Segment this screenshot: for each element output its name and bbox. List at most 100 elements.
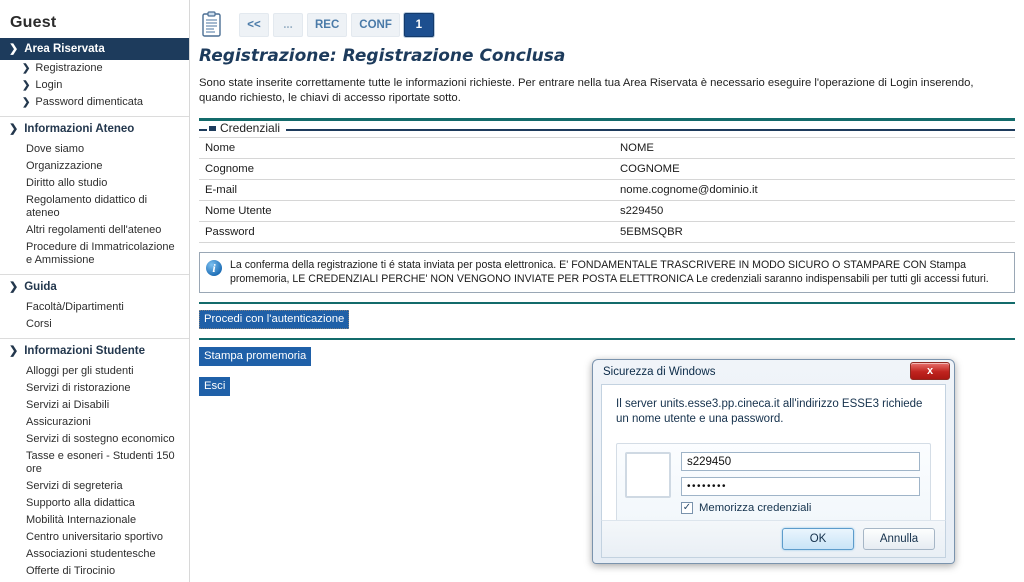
sidebar-item-label: Diritto allo studio xyxy=(26,177,108,189)
credentials-legend-rule xyxy=(199,129,1015,131)
sidebar-item-label: Organizzazione xyxy=(26,160,103,172)
credential-value: nome.cognome@dominio.it xyxy=(614,179,1015,201)
sidebar-item-dove-siamo[interactable]: Dove siamo xyxy=(0,141,189,158)
sidebar-group-label: Informazioni Studente xyxy=(24,345,145,357)
sidebar-item-label: Servizi di segreteria xyxy=(26,480,123,492)
print-reminder-button[interactable]: Stampa promemoria xyxy=(199,347,312,366)
remember-credentials-row[interactable]: ✓ Memorizza credenziali xyxy=(681,502,920,514)
sidebar-item-guida[interactable]: ❯ Guida xyxy=(0,275,189,299)
sidebar-item-registrazione[interactable]: ❯ Registrazione xyxy=(0,60,189,77)
sidebar-item-servizi-disabili[interactable]: Servizi ai Disabili xyxy=(0,397,189,414)
breadcrumb-rec-button[interactable]: REC xyxy=(307,13,348,37)
sidebar-item-label: Registrazione xyxy=(35,62,103,74)
credential-value: 5EBMSQBR xyxy=(614,221,1015,243)
credentials-table: Nome NOME Cognome COGNOME E-mail nome.co… xyxy=(199,137,1015,243)
sidebar-item-tasse-esoneri[interactable]: Tasse e esoneri - Studenti 150 ore xyxy=(0,448,189,478)
sidebar-item-supporto-didattica[interactable]: Supporto alla didattica xyxy=(0,495,189,512)
dialog-fields: ✓ Memorizza credenziali xyxy=(681,452,920,514)
sidebar-item-label: Corsi xyxy=(26,318,52,330)
sidebar: Guest ❯ Area Riservata ❯ Registrazione ❯… xyxy=(0,0,190,582)
breadcrumb-step-1-button[interactable]: 1 xyxy=(403,13,434,37)
checkbox-checked-icon[interactable]: ✓ xyxy=(681,502,693,514)
avatar xyxy=(625,452,671,498)
sidebar-item-label: Servizi ai Disabili xyxy=(26,399,110,411)
sidebar-item-label: Associazioni studentesche xyxy=(26,548,156,560)
close-icon[interactable]: x xyxy=(910,362,950,380)
cancel-button[interactable]: Annulla xyxy=(863,528,935,550)
sidebar-group-informazioni-ateneo: ❯ Informazioni Ateneo Dove siamo Organiz… xyxy=(0,117,189,275)
sidebar-item-label: Dove siamo xyxy=(26,143,85,155)
sidebar-item-segreteria[interactable]: Servizi di segreteria xyxy=(0,478,189,495)
credentials-fieldset: Credenziali xyxy=(199,121,1015,135)
sidebar-group-area-riservata: ❯ Area Riservata ❯ Registrazione ❯ Login… xyxy=(0,38,189,117)
exit-button[interactable]: Esci xyxy=(199,377,231,396)
proceed-authentication-button[interactable]: Procedi con l'autenticazione xyxy=(199,310,350,329)
remember-credentials-label: Memorizza credenziali xyxy=(699,502,812,514)
sidebar-group-label: Guida xyxy=(24,281,57,293)
sidebar-item-alloggi[interactable]: Alloggi per gli studenti xyxy=(0,363,189,380)
sidebar-item-regolamento-didattico[interactable]: Regolamento didattico di ateneo xyxy=(0,192,189,222)
sidebar-item-centro-sportivo[interactable]: Centro universitario sportivo xyxy=(0,529,189,546)
sidebar-item-label: Servizi di ristorazione xyxy=(26,382,131,394)
app-root: Guest ❯ Area Riservata ❯ Registrazione ❯… xyxy=(0,0,1024,582)
breadcrumb-toolbar: << ... REC CONF 1 xyxy=(190,0,1024,42)
sidebar-item-corsi[interactable]: Corsi xyxy=(0,316,189,333)
credential-value: NOME xyxy=(614,137,1015,159)
credential-key: Nome Utente xyxy=(199,200,614,222)
breadcrumb-conf-button[interactable]: CONF xyxy=(351,13,400,37)
sidebar-item-label: Centro universitario sportivo xyxy=(26,531,163,543)
sidebar-item-sostegno-economico[interactable]: Servizi di sostegno economico xyxy=(0,431,189,448)
dialog-body: Il server units.esse3.pp.cineca.it all'i… xyxy=(601,384,946,523)
page-title: Registrazione: Registrazione Conclusa xyxy=(199,46,566,66)
sidebar-item-ristorazione[interactable]: Servizi di ristorazione xyxy=(0,380,189,397)
table-row: Nome Utente s229450 xyxy=(199,200,1015,222)
sidebar-item-password-dimenticata[interactable]: ❯ Password dimenticata xyxy=(0,94,189,111)
proceed-row: Procedi con l'autenticazione xyxy=(199,309,1015,329)
sidebar-item-label: Regolamento didattico di ateneo xyxy=(26,194,148,219)
ok-button[interactable]: OK xyxy=(782,528,854,550)
sidebar-item-assicurazioni[interactable]: Assicurazioni xyxy=(0,414,189,431)
password-input[interactable] xyxy=(681,477,920,496)
credential-key: E-mail xyxy=(199,179,614,201)
sidebar-item-organizzazione[interactable]: Organizzazione xyxy=(0,158,189,175)
chevron-right-icon: ❯ xyxy=(9,345,19,357)
sidebar-user-title: Guest xyxy=(10,14,57,31)
table-row: E-mail nome.cognome@dominio.it xyxy=(199,179,1015,201)
sidebar-item-mobilita-internazionale[interactable]: Mobilità Internazionale xyxy=(0,512,189,529)
credentials-legend-label: Credenziali xyxy=(220,121,281,135)
sidebar-item-label: Tasse e esoneri - Studenti 150 ore xyxy=(26,450,175,475)
sidebar-item-informazioni-ateneo[interactable]: ❯ Informazioni Ateneo xyxy=(0,117,189,141)
dialog-footer: OK Annulla xyxy=(601,520,946,558)
chevron-right-icon: ❯ xyxy=(9,123,19,135)
table-row: Nome NOME xyxy=(199,137,1015,159)
sidebar-item-label: Login xyxy=(35,79,63,91)
sidebar-item-label: Supporto alla didattica xyxy=(26,497,135,509)
info-icon: i xyxy=(206,260,222,276)
username-input[interactable] xyxy=(681,452,920,471)
sidebar-item-area-riservata[interactable]: ❯ Area Riservata xyxy=(0,38,189,60)
credential-key: Nome xyxy=(199,137,614,159)
breadcrumb-ellipsis-button[interactable]: ... xyxy=(273,13,303,37)
sidebar-item-procedure-immatricolazione[interactable]: Procedure di Immatricolazione e Ammissio… xyxy=(0,239,189,269)
dialog-message: Il server units.esse3.pp.cineca.it all'i… xyxy=(616,398,923,425)
breadcrumb-steps: << ... REC CONF 1 xyxy=(239,13,434,37)
sidebar-item-login[interactable]: ❯ Login xyxy=(0,77,189,94)
dialog-title-bar[interactable]: Sicurezza di Windows x xyxy=(593,360,954,384)
dialog-title: Sicurezza di Windows xyxy=(603,366,716,378)
sidebar-item-offerte-tirocinio[interactable]: Offerte di Tirocinio xyxy=(0,563,189,580)
sidebar-item-informazioni-studente[interactable]: ❯ Informazioni Studente xyxy=(0,339,189,363)
credential-value: s229450 xyxy=(614,200,1015,222)
sidebar-item-diritto-allo-studio[interactable]: Diritto allo studio xyxy=(0,175,189,192)
divider-above-proceed xyxy=(199,302,1015,304)
dialog-credentials-panel: ✓ Memorizza credenziali xyxy=(616,443,931,523)
sidebar-item-altri-regolamenti[interactable]: Altri regolamenti dell'ateneo xyxy=(0,222,189,239)
sidebar-item-label: Password dimenticata xyxy=(35,96,143,108)
sidebar-item-associazioni-studentesche[interactable]: Associazioni studentesche xyxy=(0,546,189,563)
breadcrumb-prev-button[interactable]: << xyxy=(239,13,269,37)
section-divider-top xyxy=(199,118,1015,121)
legend-marker-icon xyxy=(209,125,216,131)
table-row: Password 5EBMSQBR xyxy=(199,221,1015,243)
sidebar-item-facolta-dipartimenti[interactable]: Facoltà/Dipartimenti xyxy=(0,299,189,316)
chevron-right-icon: ❯ xyxy=(9,43,19,55)
sidebar-item-label: Servizi di sostegno economico xyxy=(26,433,175,445)
